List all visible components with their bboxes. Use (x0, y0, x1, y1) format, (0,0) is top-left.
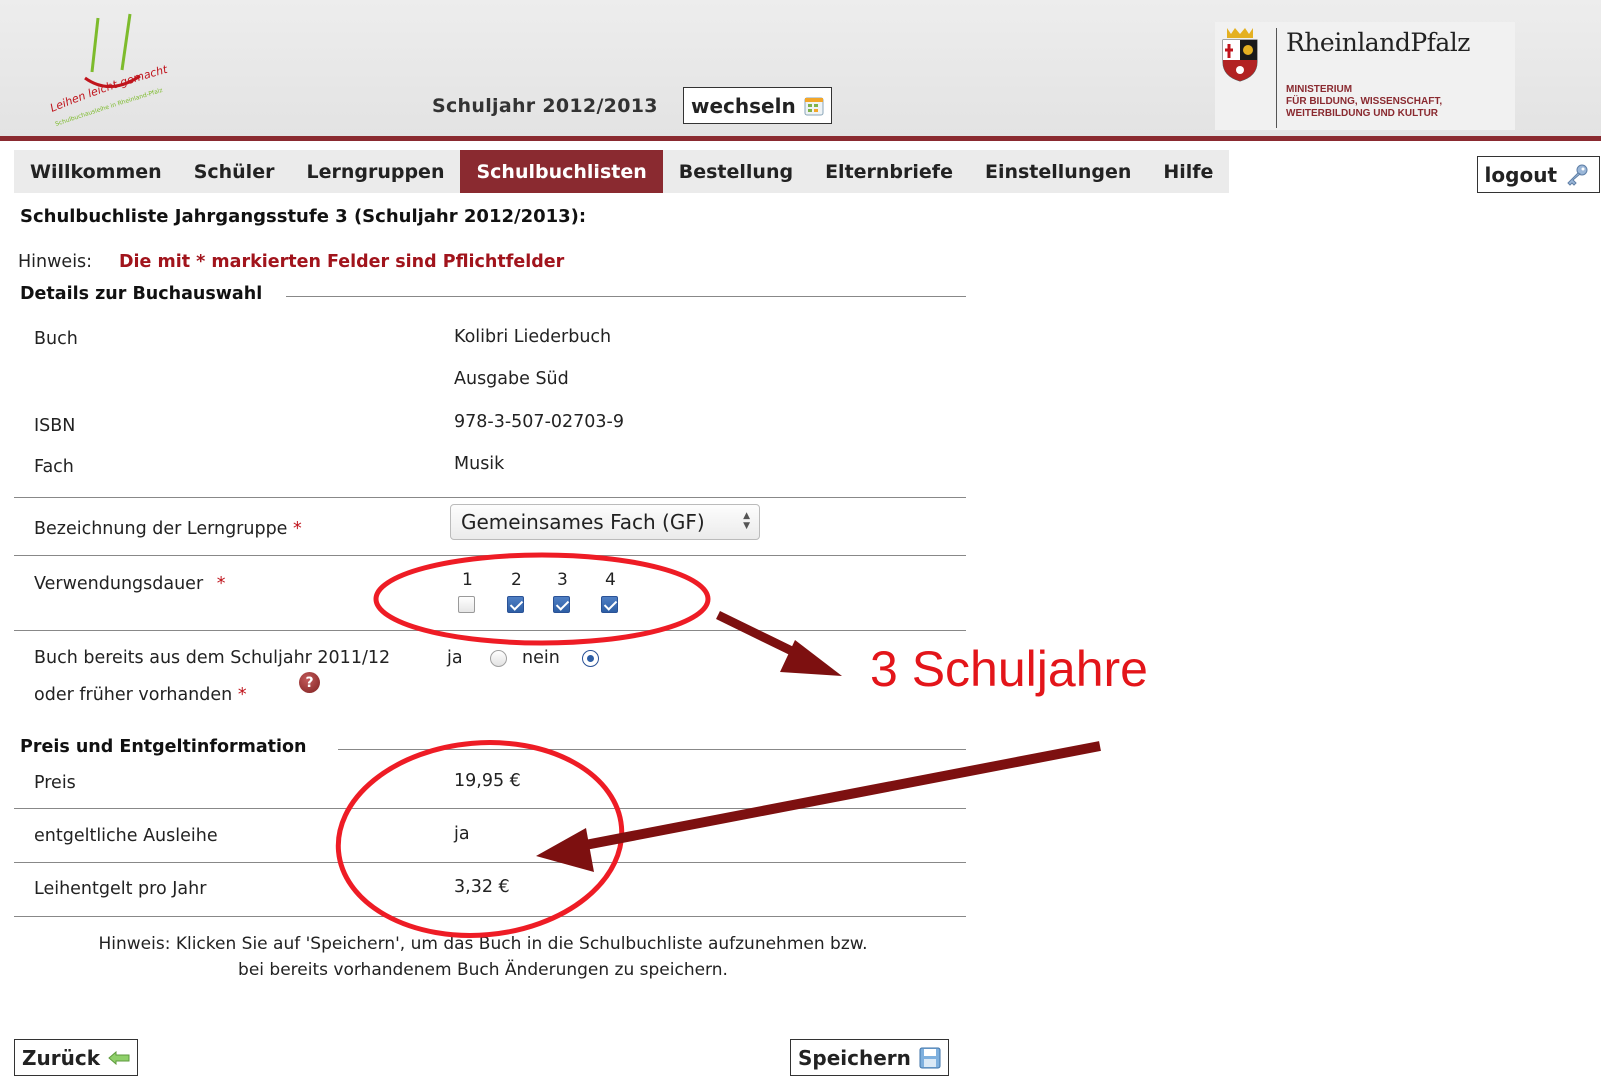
required-fields-hint: Die mit * markierten Felder sind Pflicht… (119, 252, 565, 272)
ministry-line: MINISTERIUM (1286, 84, 1353, 95)
annotation-circle-price (335, 740, 625, 938)
learning-group-selected: Gemeinsames Fach (GF) (461, 510, 705, 534)
hint-label: Hinweis: (18, 252, 93, 272)
paid-loan-value: ja (454, 824, 470, 844)
learning-group-label: Bezeichnung der Lerngruppe * (34, 519, 302, 539)
nav-schulbuchlisten[interactable]: Schulbuchlisten (460, 150, 663, 193)
ministry-name: MINISTERIUM FÜR BILDUNG, WISSENSCHAFT, W… (1286, 84, 1442, 120)
school-year-label: Schuljahr 2012/2013 (432, 95, 658, 117)
required-marker: * (216, 574, 226, 594)
usage-year-number: 3 (557, 570, 568, 590)
save-hint-line: bei bereits vorhandenem Buch Änderungen … (238, 960, 728, 980)
logout-button[interactable]: logout (1476, 156, 1600, 193)
isbn-label: ISBN (34, 416, 76, 436)
header-divider (0, 136, 1601, 141)
help-icon[interactable]: ? (299, 672, 320, 693)
already-available-label: Buch bereits aus dem Schuljahr 2011/12 (34, 648, 391, 668)
state-name: RheinlandPfalz (1286, 28, 1470, 57)
already-available-yes-radio[interactable] (490, 650, 507, 667)
change-button-label: wechseln (691, 93, 796, 118)
annotation-arrow-head (780, 640, 842, 676)
already-available-label-2: oder früher vorhanden * (34, 685, 247, 705)
row-divider (14, 862, 966, 863)
nav-willkommen[interactable]: Willkommen (14, 150, 178, 193)
price-label: Preis (34, 773, 76, 793)
ministry-separator (1276, 28, 1277, 128)
usage-year-number: 2 (511, 570, 522, 590)
usage-duration-label: Verwendungsdauer * (34, 574, 225, 594)
required-marker: * (237, 685, 247, 705)
ministry-line: WEITERBILDUNG UND KULTUR (1286, 108, 1439, 119)
calendar-icon (804, 97, 824, 115)
price-section-title: Preis und Entgeltinformation (20, 737, 311, 757)
usage-duration-label-text: Verwendungsdauer (34, 574, 204, 594)
svg-text:Leihen leicht gemacht!: Leihen leicht gemacht! (30, 8, 169, 115)
book-title: Kolibri Liederbuch (454, 327, 612, 347)
subject-label: Fach (34, 457, 74, 477)
usage-year-1-checkbox[interactable] (458, 596, 475, 613)
learning-group-select[interactable]: Gemeinsames Fach (GF) ▲ ▼ (450, 504, 760, 540)
back-button[interactable]: Zurück (14, 1039, 138, 1076)
usage-year-4-checkbox[interactable] (601, 596, 618, 613)
required-marker: * (293, 519, 302, 539)
row-divider (14, 497, 966, 498)
select-arrows-icon: ▲ ▼ (743, 511, 750, 531)
back-button-label: Zurück (22, 1045, 100, 1070)
row-divider (14, 630, 966, 631)
annotation-label: 3 Schuljahre (870, 641, 1148, 697)
price-value: 19,95 € (454, 771, 521, 791)
book-details-section-title: Details zur Buchauswahl (20, 284, 267, 304)
book-label: Buch (34, 329, 78, 349)
annotation-arrow-head (536, 828, 594, 872)
usage-year-number: 1 (462, 570, 473, 590)
learning-group-label-text: Bezeichnung der Lerngruppe (34, 519, 288, 539)
coat-of-arms-icon (1222, 28, 1258, 82)
yes-option-label: ja (447, 648, 463, 668)
change-school-year-button[interactable]: wechseln (683, 87, 832, 124)
row-divider (14, 555, 966, 556)
usage-year-number: 4 (605, 570, 616, 590)
main-navigation: Willkommen Schüler Lerngruppen Schulbuch… (14, 150, 1230, 193)
nav-einstellungen[interactable]: Einstellungen (969, 150, 1147, 193)
nav-hilfe[interactable]: Hilfe (1147, 150, 1229, 193)
ministry-line: FÜR BILDUNG, WISSENSCHAFT, (1286, 96, 1443, 107)
floppy-disk-icon (919, 1047, 941, 1068)
already-available-label-text: oder früher vorhanden (34, 685, 233, 705)
usage-year-2-checkbox[interactable] (507, 596, 524, 613)
save-hint-line: Hinweis: Klicken Sie auf 'Speichern', um… (98, 934, 868, 954)
annotation-arrow-shaft (579, 741, 1101, 851)
paid-loan-label: entgeltliche Ausleihe (34, 826, 218, 846)
row-divider (14, 808, 966, 809)
nav-elternbriefe[interactable]: Elternbriefe (809, 150, 969, 193)
already-available-no-radio[interactable] (582, 650, 599, 667)
save-button-label: Speichern (798, 1045, 911, 1070)
nav-bestellung[interactable]: Bestellung (663, 150, 809, 193)
section-divider (338, 749, 966, 750)
usage-year-3-checkbox[interactable] (553, 596, 570, 613)
annotation-arrow-shaft (716, 610, 802, 660)
key-icon (1567, 164, 1588, 186)
leihen-leicht-gemacht-logo: Leihen leicht gemacht! Schulbuchausleihe… (30, 8, 169, 128)
nav-schueler[interactable]: Schüler (178, 150, 291, 193)
book-edition: Ausgabe Süd (454, 369, 569, 389)
save-hint: Hinweis: Klicken Sie auf 'Speichern', um… (0, 931, 966, 983)
page-title: Schulbuchliste Jahrgangsstufe 3 (Schulja… (20, 206, 587, 227)
isbn-value: 978-3-507-02703-9 (454, 412, 625, 432)
subject-value: Musik (454, 454, 505, 474)
loan-fee-value: 3,32 € (454, 877, 510, 897)
no-option-label: nein (522, 648, 560, 668)
nav-lerngruppen[interactable]: Lerngruppen (290, 150, 460, 193)
row-divider (14, 916, 966, 917)
loan-fee-label: Leihentgelt pro Jahr (34, 879, 207, 899)
section-divider (286, 296, 966, 297)
arrow-left-icon (108, 1050, 130, 1065)
logout-label: logout (1484, 162, 1557, 187)
save-button[interactable]: Speichern (790, 1039, 949, 1076)
logo-text: Leihen leicht gemacht! (30, 8, 169, 115)
